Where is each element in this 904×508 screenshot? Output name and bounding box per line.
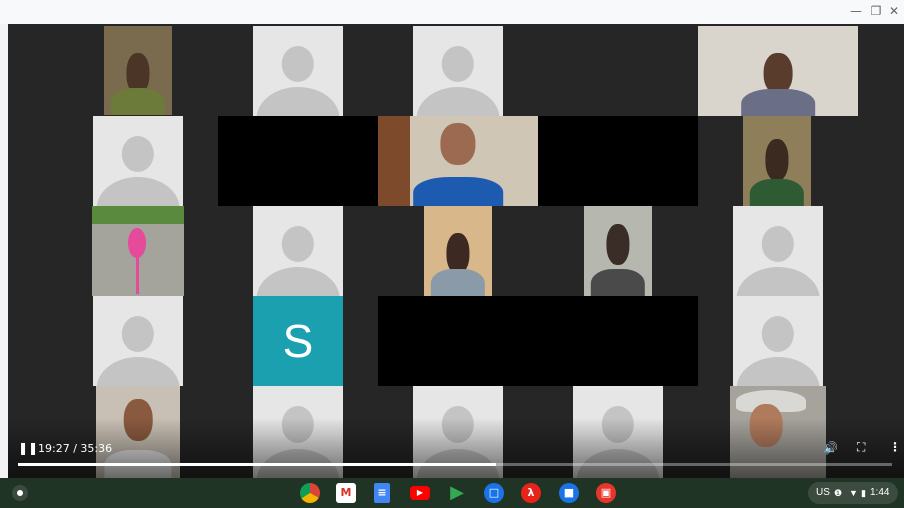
participant-video-tile	[92, 206, 184, 296]
time-display: 19:27 / 35:36	[38, 442, 113, 455]
participant-video-tile	[378, 116, 538, 206]
acrobat-reader-icon[interactable]: λ	[521, 483, 541, 503]
participant-video-tile	[584, 206, 652, 296]
participant-blackout-tile	[218, 116, 378, 206]
play-store-icon[interactable]: ▶	[447, 483, 467, 503]
seek-bar-progress	[18, 463, 496, 466]
participant-blackout-tile	[538, 116, 698, 206]
chromebook-screen: — ❐ ✕ S ❚❚ 19:27 / 35:36 🔊 ⛶ ⋮ M ≡ ▶ ▶ □…	[0, 0, 904, 508]
launcher-icon[interactable]	[12, 485, 28, 501]
participant-placeholder-tile	[413, 26, 503, 116]
participant-placeholder-tile	[93, 116, 183, 206]
participant-initial-tile: S	[253, 296, 343, 386]
messages-icon[interactable]: □	[484, 483, 504, 503]
participant-placeholder-tile	[733, 206, 823, 296]
notification-icon: ❶	[834, 488, 843, 498]
participant-placeholder-tile	[253, 206, 343, 296]
participant-video-tile	[424, 206, 492, 296]
fullscreen-icon[interactable]: ⛶	[857, 440, 865, 455]
docs-icon[interactable]: ≡	[374, 483, 390, 503]
participant-video-tile	[104, 26, 172, 115]
input-method-label: US	[816, 487, 830, 498]
clock-time: 1:44	[870, 487, 890, 498]
screencast-icon[interactable]: ▣	[596, 483, 616, 503]
participant-blackout-tile	[378, 296, 698, 386]
participant-placeholder-tile	[253, 26, 343, 116]
participant-placeholder-tile	[733, 296, 823, 386]
seek-bar[interactable]	[18, 463, 892, 466]
chrome-icon[interactable]	[300, 483, 320, 503]
pause-icon[interactable]: ❚❚	[18, 441, 38, 455]
youtube-icon[interactable]: ▶	[410, 486, 430, 500]
files-icon[interactable]: ■	[559, 483, 579, 503]
gmail-icon[interactable]: M	[336, 483, 356, 503]
volume-icon[interactable]: 🔊	[823, 441, 838, 455]
player-controls-overlay	[8, 418, 904, 478]
status-tray[interactable]: US ❶ ▼ ▮ 1:44	[808, 482, 898, 504]
restore-icon[interactable]: ❐	[868, 3, 884, 19]
window-title-bar: — ❐ ✕	[0, 0, 904, 24]
system-shelf: M ≡ ▶ ▶ □ λ ■ ▣ US ❶ ▼ ▮ 1:44	[0, 478, 904, 508]
wifi-icon: ▼	[849, 488, 858, 498]
close-icon[interactable]: ✕	[886, 3, 902, 19]
battery-icon: ▮	[861, 488, 866, 498]
video-player[interactable]: S ❚❚ 19:27 / 35:36 🔊 ⛶ ⋮	[8, 24, 904, 478]
minimize-icon[interactable]: —	[848, 3, 864, 19]
participant-video-tile	[743, 116, 811, 206]
more-vert-icon[interactable]: ⋮	[889, 440, 901, 454]
participant-placeholder-tile	[93, 296, 183, 386]
participant-video-tile	[698, 26, 858, 116]
